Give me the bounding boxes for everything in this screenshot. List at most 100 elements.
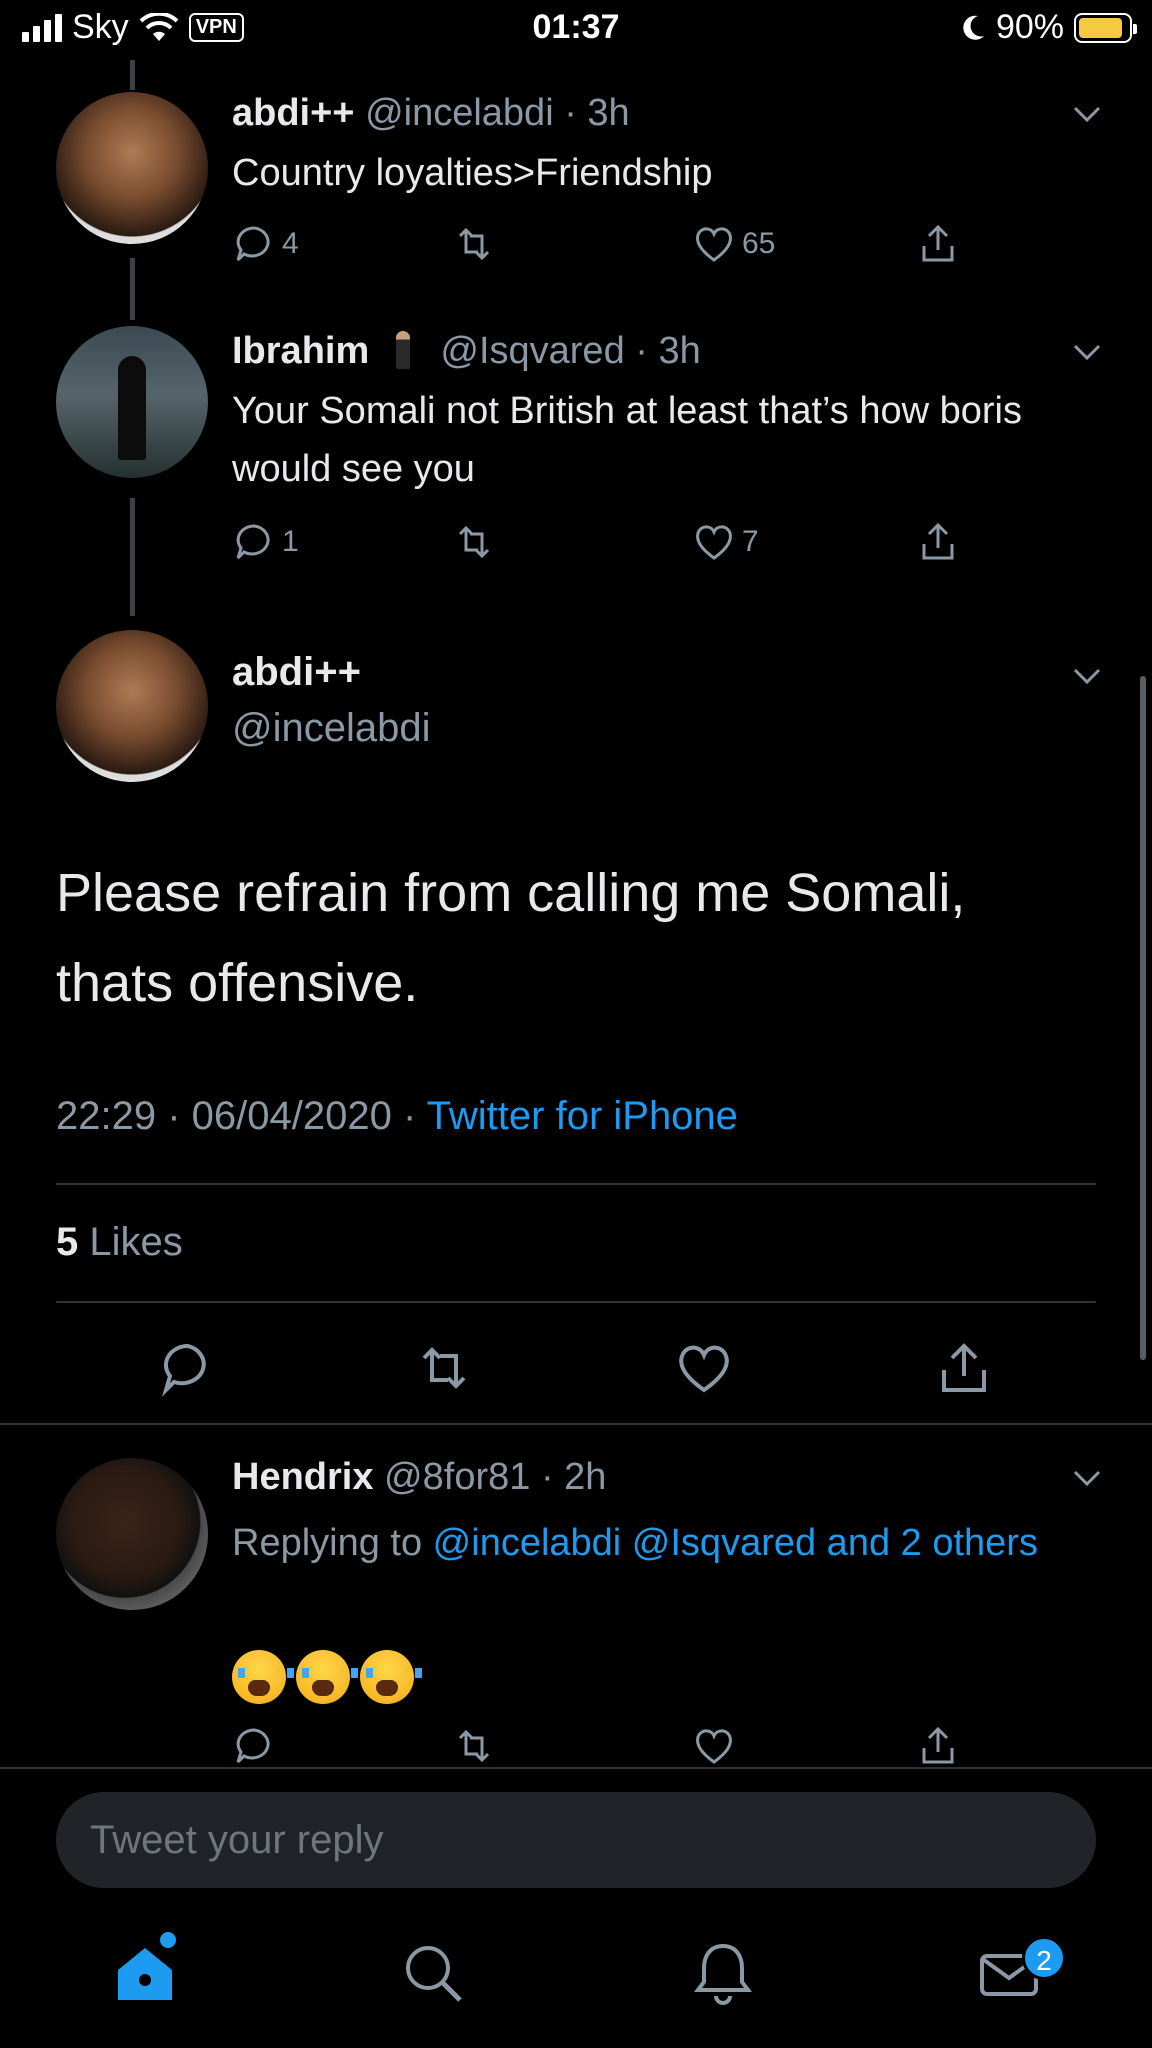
messages-badge: 2	[1022, 1936, 1066, 1980]
tweet-meta: 22:29 · 06/04/2020 · Twitter for iPhone	[56, 1094, 738, 1139]
reply-button[interactable]	[232, 1724, 276, 1768]
share-button[interactable]	[916, 222, 960, 266]
thread-line	[130, 60, 135, 90]
tweet-text: Please refrain from calling me Somali, t…	[56, 863, 966, 1013]
like-button[interactable]	[674, 1338, 734, 1398]
avatar[interactable]	[56, 92, 208, 244]
reply-icon	[161, 1343, 206, 1397]
tweet-text: Your Somali not British at least that’s …	[232, 390, 1022, 490]
reply-input[interactable]	[90, 1814, 990, 1866]
status-right: 90%	[960, 8, 1137, 47]
tweet-time: · 3h	[564, 92, 630, 134]
scrollbar[interactable]	[1140, 676, 1146, 1360]
thread-line	[130, 258, 135, 320]
likes-link[interactable]: 5 Likes	[56, 1220, 183, 1265]
suit-emoji-icon	[395, 331, 410, 369]
tweet-header: Ibrahim @Isqvared · 3h	[232, 330, 701, 373]
share-button[interactable]	[916, 520, 960, 564]
share-button[interactable]	[934, 1338, 994, 1398]
display-name[interactable]: abdi++	[232, 92, 355, 134]
heart-icon	[679, 1345, 729, 1393]
retweet-icon	[458, 1729, 490, 1763]
retweet-icon	[422, 1347, 466, 1389]
tab-home[interactable]	[110, 1938, 180, 2008]
avatar[interactable]	[56, 326, 208, 478]
heart-icon	[696, 227, 732, 262]
display-name[interactable]: Ibrahim	[232, 330, 369, 372]
reply-button[interactable]: 1	[232, 520, 299, 564]
reply-icon	[236, 1728, 270, 1764]
tweet-text: Country loyalties>Friendship	[232, 152, 713, 194]
chevron-down-icon[interactable]	[1070, 1460, 1104, 1494]
notifications-icon	[694, 1943, 752, 2005]
crying-face-icon	[296, 1650, 358, 1704]
thread-line	[130, 498, 135, 616]
chevron-down-icon[interactable]	[1070, 334, 1104, 368]
reply-count: 1	[282, 525, 299, 558]
tweet-actions: 1 7	[232, 520, 972, 570]
share-icon	[922, 1726, 954, 1764]
emoji-row	[232, 1650, 422, 1704]
reply-composer[interactable]	[56, 1792, 1096, 1888]
tweet-source-link[interactable]: Twitter for iPhone	[427, 1094, 738, 1138]
user-handle[interactable]: @8for81	[384, 1456, 530, 1498]
battery-percent: 90%	[995, 8, 1064, 46]
battery-icon	[1074, 12, 1137, 43]
like-button[interactable]: 65	[692, 222, 775, 266]
chevron-down-icon[interactable]	[1070, 96, 1104, 130]
display-name[interactable]: abdi++	[232, 650, 361, 695]
crying-face-icon	[232, 1650, 294, 1704]
tweet-header: abdi++ @incelabdi · 3h	[232, 92, 630, 135]
tab-notifications[interactable]	[688, 1938, 758, 2008]
display-name[interactable]: Hendrix	[232, 1456, 373, 1498]
user-handle[interactable]: @incelabdi	[232, 706, 431, 751]
user-handle[interactable]: @Isqvared	[440, 330, 624, 372]
heart-icon	[696, 525, 732, 560]
retweet-button[interactable]	[452, 222, 496, 266]
user-handle[interactable]: @incelabdi	[365, 92, 554, 134]
new-content-dot	[160, 1932, 176, 1948]
reply-button[interactable]	[158, 1338, 218, 1398]
avatar[interactable]	[56, 1458, 208, 1610]
divider	[0, 1767, 1152, 1769]
likes-label: Likes	[89, 1220, 183, 1264]
moon-icon	[963, 15, 984, 40]
reply-icon	[236, 524, 270, 560]
like-button[interactable]	[692, 1724, 736, 1768]
reply-count: 4	[282, 227, 299, 260]
crying-face-icon	[360, 1650, 422, 1704]
chevron-down-icon[interactable]	[1070, 658, 1104, 692]
share-icon	[922, 522, 954, 560]
retweet-icon	[458, 227, 490, 261]
tab-search[interactable]	[398, 1938, 468, 2008]
reply-icon	[236, 226, 270, 262]
tweet-time: · 2h	[540, 1456, 607, 1498]
tweet-actions	[232, 1724, 972, 1768]
like-button[interactable]: 7	[692, 520, 759, 564]
share-button[interactable]	[916, 1724, 960, 1768]
divider	[0, 1423, 1152, 1425]
tweet-header: Hendrix @8for81 · 2h	[232, 1456, 606, 1499]
replying-to-users[interactable]: @incelabdi @Isqvared and 2 others	[433, 1522, 1038, 1564]
heart-icon	[696, 1729, 732, 1764]
main-tweet-actions	[0, 1338, 1152, 1398]
replying-to-label: Replying to	[232, 1522, 433, 1564]
home-icon	[118, 1948, 172, 2000]
like-count: 65	[742, 227, 776, 260]
retweet-icon	[458, 525, 490, 559]
divider	[56, 1183, 1096, 1185]
avatar[interactable]	[56, 630, 208, 782]
tweet-actions: 4 65	[232, 222, 972, 272]
status-bar: Sky VPN 01:37 90%	[0, 0, 1152, 58]
retweet-button[interactable]	[452, 1724, 496, 1768]
tweet-time: · 3h	[635, 330, 701, 372]
divider	[56, 1301, 1096, 1303]
replying-to: Replying to @incelabdi @Isqvared and 2 o…	[232, 1512, 1072, 1574]
share-icon	[922, 224, 954, 262]
like-count: 7	[742, 525, 759, 558]
retweet-button[interactable]	[452, 520, 496, 564]
tweet-timestamp: 22:29 · 06/04/2020 ·	[56, 1094, 427, 1138]
reply-button[interactable]: 4	[232, 222, 299, 266]
search-icon	[406, 1946, 462, 2002]
retweet-button[interactable]	[414, 1338, 474, 1398]
